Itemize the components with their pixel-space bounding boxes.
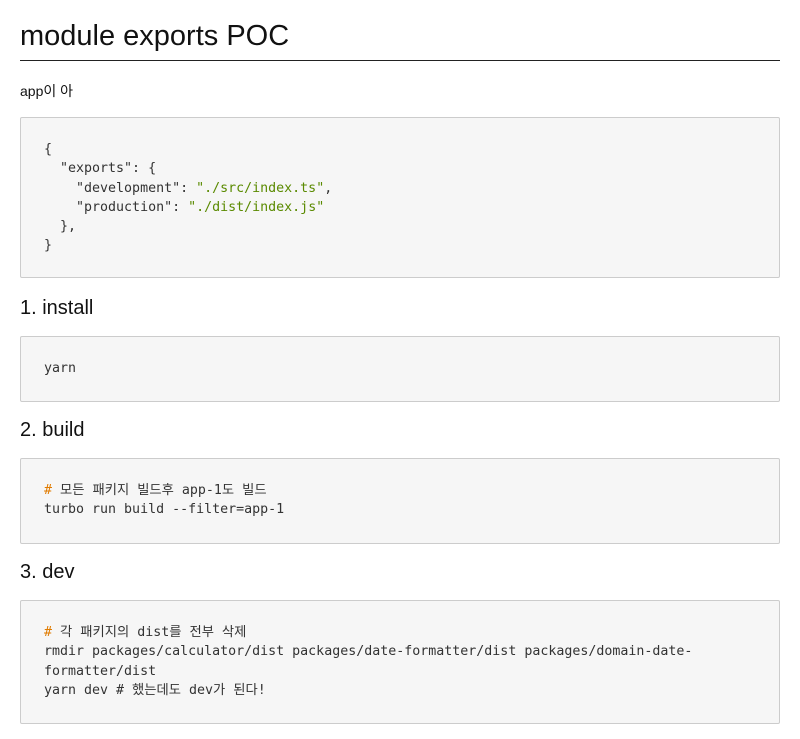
json-string-value: "./dist/index.js" — [188, 199, 325, 215]
comment-text: 각 패키지의 dist를 전부 삭제 — [52, 625, 247, 640]
comment-mark: # — [44, 483, 53, 498]
code-line: "production": "./dist/index.js" — [44, 198, 756, 217]
code-line: "exports": { — [44, 161, 157, 177]
json-punctuation: , — [324, 180, 333, 196]
json-key: "production": — [44, 199, 189, 215]
section-heading-dev: 3. dev — [20, 561, 75, 583]
dev-code-block: # 각 패키지의 dist를 전부 삭제 rmdir packages/calcu… — [20, 600, 780, 724]
install-code-block: yarn — [20, 336, 780, 402]
exports-json-code-block: { "exports": { "development": "./src/ind… — [20, 117, 780, 278]
page-title: module exports POC — [20, 0, 780, 61]
code-line: } — [44, 238, 53, 254]
section-heading-install: 1. install — [20, 297, 94, 319]
json-key: "development": — [44, 180, 197, 196]
code-line: { — [44, 142, 53, 157]
code-line: rmdir packages/calculator/dist packages/… — [44, 644, 693, 660]
readme-page: module exports POC app이 아 { "exports": {… — [0, 0, 800, 724]
comment-text: 모든 패키지 빌드후 app-1도 빌드 — [52, 483, 267, 498]
code-line: "development": "./src/index.ts", — [44, 179, 756, 198]
code-line: turbo run build --filter=app-1 — [44, 502, 285, 518]
section-heading-build: 2. build — [20, 419, 85, 441]
code-line: # 각 패키지의 dist를 전부 삭제 — [44, 623, 756, 642]
intro-text: app이 아 — [20, 83, 74, 99]
code-line: yarn — [44, 361, 77, 376]
code-line: formatter/dist — [44, 663, 157, 679]
build-code-block: # 모든 패키지 빌드후 app-1도 빌드 turbo run build --… — [20, 458, 780, 544]
code-line: # 모든 패키지 빌드후 app-1도 빌드 — [44, 481, 756, 500]
code-line: }, — [44, 219, 77, 235]
code-line: yarn dev # 했는데도 dev가 된다! — [44, 682, 266, 698]
json-string-value: "./src/index.ts" — [196, 180, 325, 196]
comment-mark: # — [44, 625, 53, 640]
